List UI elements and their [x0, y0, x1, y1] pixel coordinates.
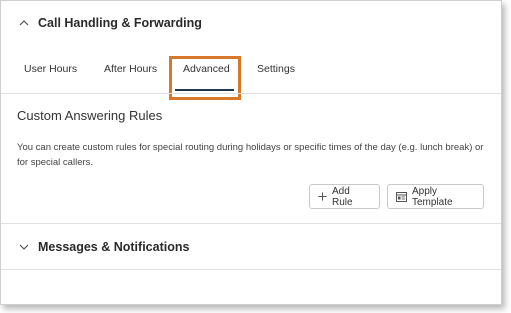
- tab-settings[interactable]: Settings: [257, 53, 295, 85]
- add-rule-label: Add Rule: [332, 185, 353, 208]
- divider: [1, 93, 501, 94]
- apply-template-label: Apply Template: [412, 185, 453, 208]
- tab-user-hours[interactable]: User Hours: [24, 53, 77, 85]
- custom-rules-description: You can create custom rules for special …: [17, 142, 484, 168]
- messages-section-header[interactable]: Messages & Notifications: [1, 225, 501, 269]
- tab-after-hours[interactable]: After Hours: [104, 53, 157, 85]
- call-handling-title: Call Handling & Forwarding: [38, 16, 202, 30]
- divider: [1, 269, 501, 270]
- divider: [1, 223, 501, 224]
- template-icon: [396, 191, 407, 202]
- call-handling-section-header[interactable]: Call Handling & Forwarding: [1, 1, 501, 45]
- messages-title: Messages & Notifications: [38, 240, 190, 254]
- chevron-up-icon: [19, 18, 29, 28]
- custom-rules-title: Custom Answering Rules: [17, 108, 163, 123]
- tab-bar: User Hours After Hours Advanced Settings: [1, 53, 501, 93]
- add-rule-button[interactable]: Add Rule: [309, 184, 380, 209]
- settings-panel: Call Handling & Forwarding User Hours Af…: [0, 0, 502, 305]
- apply-template-button[interactable]: Apply Template: [387, 184, 484, 209]
- chevron-down-icon: [19, 242, 29, 252]
- plus-icon: [318, 192, 327, 201]
